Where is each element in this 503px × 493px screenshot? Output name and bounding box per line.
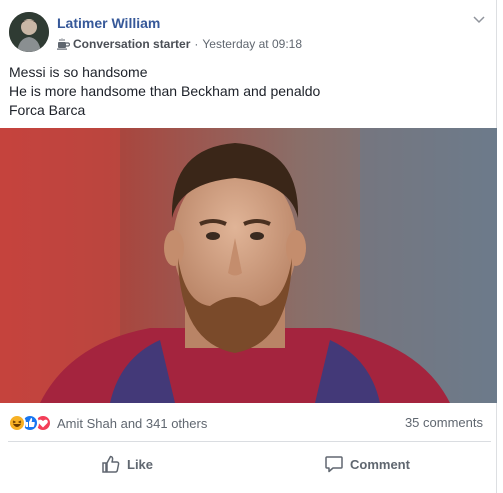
post-text: Messi is so handsome He is more handsome… <box>9 63 320 120</box>
reaction-summary[interactable]: Amit Shah and 341 others <box>57 416 207 431</box>
like-button[interactable]: Like <box>101 449 153 479</box>
comment-button[interactable]: Comment <box>324 449 410 479</box>
like-label: Like <box>127 456 154 472</box>
coffee-cup-icon <box>57 38 70 50</box>
post-text-line: Forca Barca <box>9 102 86 118</box>
reactions-bar[interactable]: Amit Shah and 341 others <box>8 413 207 433</box>
haha-icon <box>8 414 26 432</box>
post-text-line: He is more handsome than Beckham and pen… <box>9 83 321 99</box>
post-meta: Conversation starter · Yesterday at 09:1… <box>57 37 302 51</box>
author-name[interactable]: Latimer William <box>57 15 160 31</box>
badge-label[interactable]: Conversation starter <box>73 37 190 51</box>
post-timestamp[interactable]: Yesterday at 09:18 <box>202 37 302 51</box>
reaction-icons <box>8 414 52 432</box>
post-text-line: Messi is so handsome <box>9 64 148 80</box>
comment-icon <box>325 456 343 473</box>
avatar[interactable] <box>9 12 49 52</box>
meta-separator: · <box>194 37 199 51</box>
comment-label: Comment <box>350 456 410 472</box>
thumbs-up-icon <box>102 455 120 473</box>
post-photo[interactable] <box>0 128 497 403</box>
post-card: Latimer William Conversation starter · Y… <box>0 0 497 493</box>
chevron-down-icon[interactable] <box>473 16 485 24</box>
divider <box>8 441 491 442</box>
comments-count[interactable]: 35 comments <box>405 415 483 430</box>
